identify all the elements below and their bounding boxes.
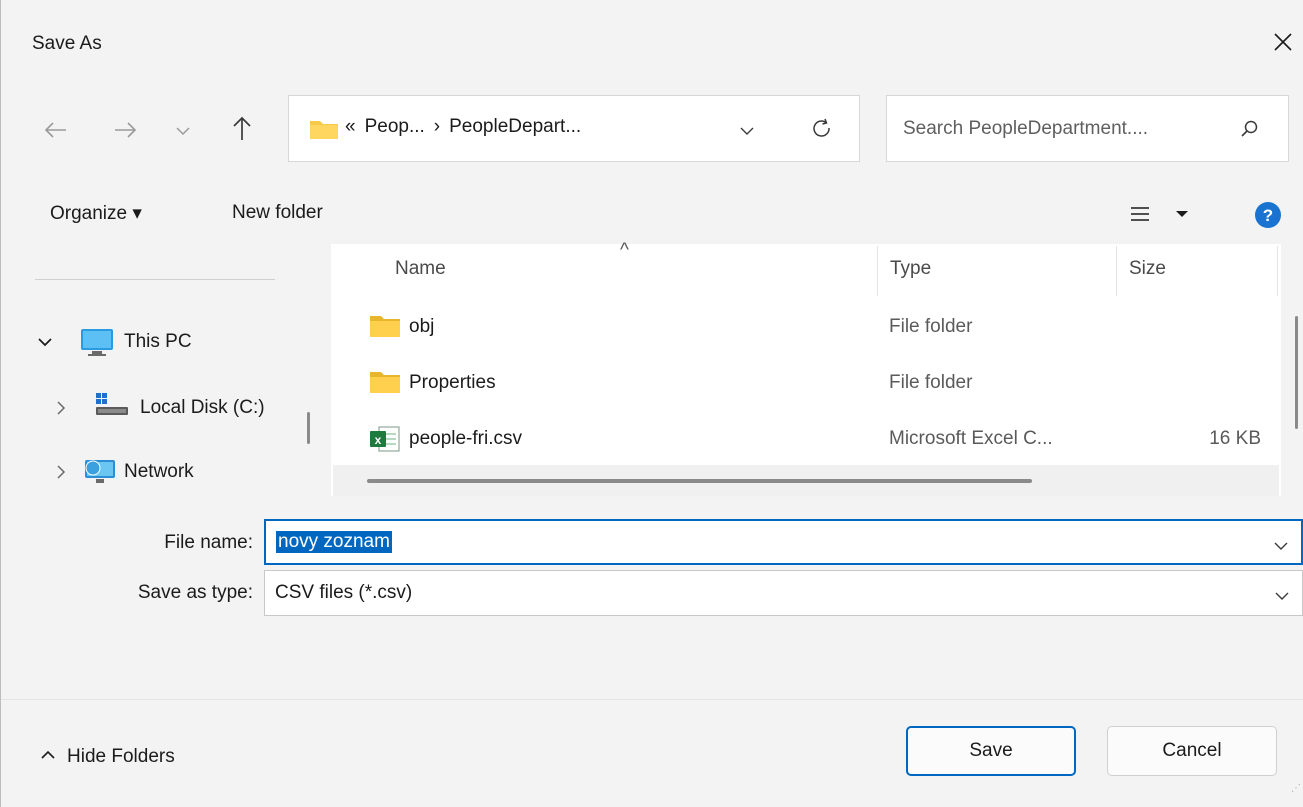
new-folder-button[interactable]: New folder	[232, 202, 323, 224]
file-name: Properties	[409, 372, 496, 393]
file-name-label: File name:	[164, 532, 253, 553]
chevron-down-icon[interactable]	[35, 332, 55, 358]
save-as-type-label: Save as type:	[137, 582, 253, 603]
folder-icon	[309, 118, 339, 146]
cancel-button[interactable]: Cancel	[1107, 726, 1277, 776]
chevron-down-icon[interactable]	[1274, 587, 1290, 609]
search-input[interactable]	[901, 114, 1235, 144]
forward-arrow-icon[interactable]	[107, 112, 143, 148]
breadcrumb-separator[interactable]: ›	[434, 116, 440, 137]
list-item[interactable]: x people-fri.csv Microsoft Excel C... 16…	[331, 414, 1281, 464]
organize-button[interactable]: Organize ▾	[50, 202, 142, 225]
help-icon[interactable]: ?	[1253, 200, 1283, 236]
file-size: 16 KB	[1209, 428, 1261, 449]
hide-folders-button[interactable]: Hide Folders	[39, 746, 175, 768]
file-name-selected-text[interactable]: novy zoznam	[276, 531, 392, 553]
search-box[interactable]	[886, 95, 1289, 162]
column-header-name[interactable]: Name	[395, 258, 446, 280]
nav-item-this-pc[interactable]: This PC	[35, 322, 295, 362]
nav-separator	[35, 279, 275, 280]
list-item[interactable]: Properties File folder	[331, 358, 1281, 408]
address-bar[interactable]: « Peop... › PeopleDepart...	[288, 95, 860, 162]
chevron-up-icon	[39, 746, 57, 768]
search-icon[interactable]	[1239, 118, 1261, 146]
file-name: people-fri.csv	[409, 428, 522, 449]
view-options-button[interactable]	[1126, 202, 1188, 232]
save-as-type-value: CSV files (*.csv)	[275, 582, 413, 603]
dialog-title: Save As	[32, 33, 102, 54]
list-item[interactable]: obj File folder	[331, 302, 1281, 352]
column-header-size[interactable]: Size	[1129, 258, 1166, 280]
list-view-icon	[1126, 207, 1188, 231]
sort-ascending-icon: ^	[620, 240, 629, 261]
file-list: obj File folder Properties File folder x…	[331, 244, 1281, 496]
column-header-type[interactable]: Type	[890, 258, 931, 280]
svg-text:x: x	[375, 433, 382, 447]
save-button[interactable]: Save	[906, 726, 1076, 776]
chevron-down-icon[interactable]	[1273, 537, 1289, 559]
column-divider[interactable]	[1116, 246, 1117, 296]
nav-item-label: Local Disk (C:)	[140, 397, 265, 418]
breadcrumb: « Peop... › PeopleDepart...	[345, 116, 590, 138]
back-arrow-icon[interactable]	[38, 112, 74, 148]
nav-item-label: This PC	[124, 331, 192, 352]
recent-locations-chevron-icon[interactable]	[165, 112, 201, 148]
file-list-vertical-scrollbar[interactable]	[1295, 316, 1298, 429]
save-as-type-select[interactable]: CSV files (*.csv)	[264, 570, 1303, 616]
svg-text:?: ?	[1263, 206, 1273, 225]
refresh-icon[interactable]	[809, 116, 835, 148]
nav-item-label: Network	[124, 461, 194, 482]
file-type: Microsoft Excel C...	[889, 428, 1053, 449]
close-icon[interactable]	[1266, 25, 1300, 59]
nav-item-local-disk[interactable]: Local Disk (C:)	[51, 387, 301, 427]
file-type: File folder	[889, 316, 973, 337]
nav-item-network[interactable]: Network	[51, 451, 301, 491]
command-toolbar	[1, 186, 1303, 244]
folder-icon	[369, 314, 401, 344]
breadcrumb-item-people[interactable]: Peop...	[365, 116, 425, 137]
address-dropdown-chevron-icon[interactable]	[737, 120, 757, 146]
nav-pane-scrollbar[interactable]	[307, 412, 310, 444]
title-bar: Save As	[1, 0, 1303, 80]
save-as-dialog: Save As « Peop... › PeopleDepart... Searc…	[0, 0, 1303, 807]
excel-csv-icon: x	[369, 425, 401, 459]
file-name: obj	[409, 316, 435, 337]
column-divider[interactable]	[1277, 246, 1278, 296]
resize-grip-icon[interactable]: ⋰	[1291, 783, 1301, 794]
folder-icon	[369, 370, 401, 400]
breadcrumb-item-peopledepartment[interactable]: PeopleDepart...	[449, 116, 581, 137]
column-divider[interactable]	[877, 246, 878, 296]
up-arrow-icon[interactable]	[224, 110, 260, 146]
drive-icon	[94, 391, 130, 425]
file-list-horizontal-scrollbar-thumb[interactable]	[367, 479, 1032, 483]
chevron-right-icon[interactable]	[51, 398, 71, 424]
monitor-icon	[79, 326, 115, 364]
hide-folders-label: Hide Folders	[67, 746, 175, 768]
file-name-field[interactable]: novy zoznam	[264, 519, 1303, 565]
breadcrumb-overflow[interactable]: «	[345, 116, 356, 137]
network-icon	[82, 456, 118, 492]
chevron-right-icon[interactable]	[51, 462, 71, 488]
file-type: File folder	[889, 372, 973, 393]
